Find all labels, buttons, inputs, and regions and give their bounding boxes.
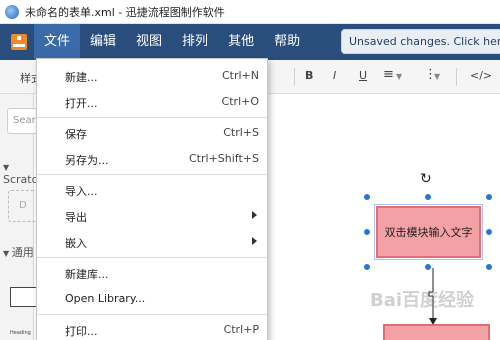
menu-item-shortcut: Ctrl+Shift+S [189, 152, 259, 165]
menu-item-new[interactable]: 新建... Ctrl+N [37, 63, 267, 89]
chevron-down-icon[interactable]: ▼ [434, 72, 440, 81]
menu-item-embed[interactable]: 嵌入 [37, 229, 267, 255]
watermark: Bai百度经验 [370, 290, 475, 311]
submenu-arrow-icon [252, 237, 257, 245]
menu-item-label: 嵌入 [65, 237, 87, 250]
toolbar-divider [294, 68, 295, 86]
menu-item-label: 打印... [65, 325, 98, 338]
italic-button[interactable]: I [333, 69, 336, 82]
menu-item-label: 保存 [65, 128, 87, 141]
menu-item-label: 新建库... [65, 268, 109, 281]
menu-item-shortcut: Ctrl+O [221, 95, 259, 108]
app-icon [5, 4, 19, 19]
menu-divider [37, 257, 267, 258]
resize-handle[interactable] [363, 193, 371, 201]
scratchpad-header[interactable]: ▼ Scratchpad [0, 160, 65, 186]
app-logo-icon [11, 34, 27, 50]
bold-button[interactable]: B [305, 69, 313, 82]
window-title: 未命名的表单.xml - 迅捷流程图制作软件 [25, 5, 225, 19]
menu-item-shortcut: Ctrl+S [223, 126, 259, 139]
title-bar: 未命名的表单.xml - 迅捷流程图制作软件 [0, 0, 500, 24]
menu-item-save[interactable]: 保存 Ctrl+S [37, 120, 267, 146]
align-icon[interactable]: ≡ [383, 67, 394, 82]
menu-item-open-library[interactable]: Open Library... [37, 286, 267, 312]
menu-item-label: 另存为... [65, 154, 109, 167]
menu-item-save-as[interactable]: 另存为... Ctrl+Shift+S [37, 146, 267, 172]
menu-help[interactable]: 帮助 [264, 24, 310, 60]
menu-divider [37, 314, 267, 315]
resize-handle[interactable] [363, 228, 371, 236]
menu-item-shortcut: Ctrl+P [223, 323, 259, 336]
menu-edit[interactable]: 编辑 [80, 24, 126, 60]
general-header[interactable]: ▼ 通用 [0, 244, 40, 260]
resize-handle[interactable] [363, 263, 371, 271]
unsaved-changes-button[interactable]: Unsaved changes. Click here to save. [341, 29, 500, 54]
menu-item-new-library[interactable]: 新建库... [37, 260, 267, 286]
menu-item-label: Open Library... [65, 292, 146, 305]
menu-item-open[interactable]: 打开... Ctrl+O [37, 89, 267, 115]
chevron-down-icon: ▼ [3, 249, 12, 258]
menu-item-import[interactable]: 导入... [37, 177, 267, 203]
menu-divider [37, 117, 267, 118]
menu-item-print[interactable]: 打印... Ctrl+P [37, 317, 267, 340]
menu-arrange[interactable]: 排列 [172, 24, 218, 60]
menu-bar: 文件 编辑 视图 排列 其他 帮助 Unsaved changes. Click… [0, 24, 500, 60]
shape-text: 双击模块输入文字 [384, 226, 473, 239]
general-label: 通用 [11, 246, 34, 259]
menu-other[interactable]: 其他 [218, 24, 264, 60]
menu-item-label: 导入... [65, 185, 98, 198]
toolbar-divider [456, 68, 457, 86]
submenu-arrow-icon [252, 211, 257, 219]
menu-divider [37, 174, 267, 175]
resize-handle[interactable] [485, 228, 493, 236]
chevron-down-icon[interactable]: ▼ [396, 72, 402, 81]
menu-item-shortcut: Ctrl+N [221, 69, 259, 82]
heading-shape-tile[interactable]: Heading [10, 330, 31, 336]
html-button[interactable]: </> [470, 69, 492, 82]
menu-item-export[interactable]: 导出 [37, 203, 267, 229]
app-window: 未命名的表单.xml - 迅捷流程图制作软件 文件 编辑 视图 排列 其他 帮助… [0, 0, 500, 340]
resize-handle[interactable] [485, 193, 493, 201]
file-menu-dropdown: 新建... Ctrl+N 打开... Ctrl+O 保存 Ctrl+S 另存为.… [36, 58, 268, 340]
menu-item-label: 打开... [65, 97, 98, 110]
menu-view[interactable]: 视图 [126, 24, 172, 60]
shapes-sidebar: Search ▼ Scratchpad D ▼ 通用 Heading [0, 94, 65, 340]
selected-process-shape[interactable]: 双击模块输入文字 [374, 204, 483, 260]
menu-file[interactable]: 文件 [34, 24, 81, 60]
resize-handle[interactable] [485, 263, 493, 271]
menu-item-label: 新建... [65, 71, 98, 84]
underline-button[interactable]: U [359, 69, 367, 82]
chevron-down-icon: ▼ [3, 163, 10, 172]
next-process-shape[interactable] [383, 324, 490, 340]
resize-handle[interactable] [424, 193, 432, 201]
rotate-icon[interactable]: ↻ [420, 172, 434, 186]
menu-item-label: 导出 [65, 211, 87, 224]
